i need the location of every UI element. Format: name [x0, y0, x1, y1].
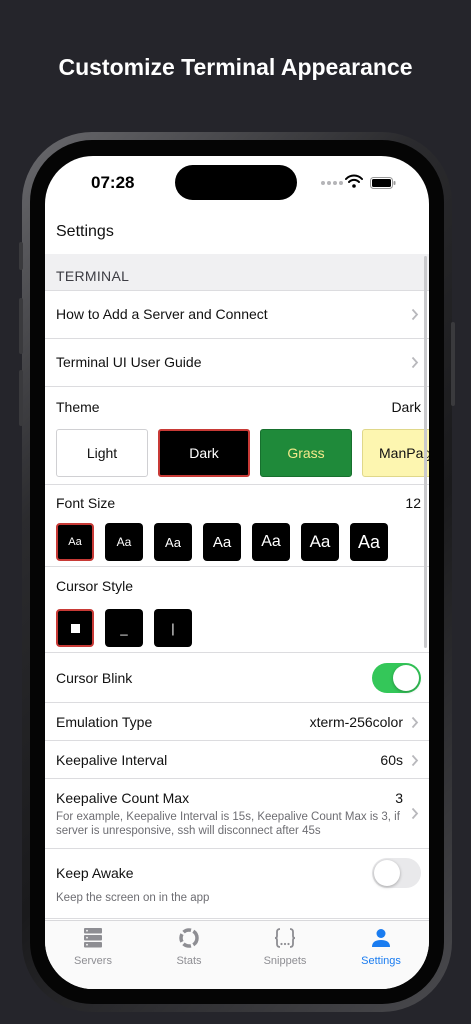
headline: Customize Terminal Appearance [58, 54, 413, 80]
tab-label: Servers [74, 955, 112, 967]
cursor-blink-label: Cursor Blink [56, 670, 133, 686]
server-icon [84, 928, 102, 948]
status-bar: 07:28 [45, 156, 429, 208]
cellular-signal-icon [321, 181, 343, 187]
tab-servers[interactable]: Servers [45, 927, 141, 967]
theme-value: Dark [391, 399, 421, 415]
theme-option-light[interactable]: Light [56, 429, 148, 477]
volume-down-button [19, 370, 23, 426]
row-label: Keepalive Count Max [56, 790, 190, 806]
keep-awake-row: Keep Awake Keep the screen on in the app [45, 849, 429, 919]
page-title: Settings [56, 223, 114, 240]
battery-icon [370, 177, 396, 189]
cursor-style-label: Cursor Style [56, 578, 134, 594]
emulation-type-row[interactable]: Emulation Type xterm-256color [45, 703, 429, 741]
power-button [451, 322, 455, 406]
font-size-option[interactable]: Aa [350, 523, 388, 561]
cursor-blink-toggle[interactable] [372, 663, 421, 693]
wifi-icon [345, 174, 363, 188]
theme-option-manpage[interactable]: ManPage [362, 429, 429, 477]
tab-settings[interactable]: Settings [333, 927, 429, 967]
cursor-style-section: Cursor Style _ | [45, 567, 429, 653]
cursor-blink-row: Cursor Blink [45, 653, 429, 703]
terminal-ui-guide-row[interactable]: Terminal UI User Guide [45, 339, 429, 387]
theme-section: Theme Dark Light Dark Grass ManPage [45, 387, 429, 485]
mute-switch [19, 242, 23, 270]
dynamic-island [175, 165, 297, 200]
keepalive-count-value: 3 [395, 790, 403, 806]
theme-label: Theme [56, 399, 100, 415]
app-screen: 07:28 Settings TERMINAL How to Add a Ser… [45, 156, 429, 989]
row-label: Keepalive Interval [56, 752, 168, 768]
volume-up-button [19, 298, 23, 354]
font-size-option[interactable]: Aa [105, 523, 143, 561]
scroll-indicator[interactable] [424, 256, 427, 648]
emulation-value: xterm-256color [309, 714, 403, 730]
row-label: Terminal UI User Guide [56, 354, 202, 370]
tab-label: Settings [361, 955, 401, 967]
keepalive-interval-value: 60s [380, 752, 403, 768]
font-size-option[interactable]: Aa [252, 523, 290, 561]
chevron-right-icon [411, 308, 419, 321]
font-size-option[interactable]: Aa [203, 523, 241, 561]
tab-label: Stats [176, 955, 202, 967]
font-size-value: 12 [405, 495, 421, 511]
chevron-right-icon [411, 356, 419, 369]
chevron-right-icon [411, 716, 419, 729]
settings-list[interactable]: TERMINAL How to Add a Server and Connect… [45, 254, 429, 920]
keep-awake-toggle[interactable] [372, 858, 421, 888]
stats-icon [179, 928, 199, 948]
snippets-icon [274, 928, 296, 948]
keep-awake-note: Keep the screen on in the app [56, 892, 210, 904]
chevron-right-icon [411, 754, 419, 767]
cursor-block-icon [70, 623, 80, 633]
cursor-bar-option[interactable]: | [154, 609, 192, 647]
theme-option-dark[interactable]: Dark [158, 429, 250, 477]
row-label: How to Add a Server and Connect [56, 306, 268, 322]
person-icon [372, 929, 390, 947]
font-size-option[interactable]: Aa [154, 523, 192, 561]
tab-bar: Servers Stats Snippets Settings [45, 920, 429, 989]
cursor-underline-option[interactable]: _ [105, 609, 143, 647]
font-size-option[interactable]: Aa [301, 523, 339, 561]
status-time: 07:28 [91, 173, 135, 192]
keepalive-interval-row[interactable]: Keepalive Interval 60s [45, 741, 429, 779]
row-label: Emulation Type [56, 714, 153, 730]
theme-option-grass[interactable]: Grass [260, 429, 352, 477]
keepalive-count-row[interactable]: Keepalive Count Max 3 For example, Keepa… [45, 779, 429, 849]
section-header-terminal: TERMINAL [45, 254, 429, 291]
tab-snippets[interactable]: Snippets [237, 927, 333, 967]
font-size-section: Font Size 12 Aa Aa Aa Aa Aa Aa Aa [45, 485, 429, 567]
font-size-option[interactable]: Aa [56, 523, 94, 561]
how-to-add-server-row[interactable]: How to Add a Server and Connect [45, 291, 429, 339]
cursor-block-option[interactable] [56, 609, 94, 647]
keepalive-count-note: For example, Keepalive Interval is 15s, … [56, 811, 400, 837]
font-size-label: Font Size [56, 495, 116, 511]
keep-awake-label: Keep Awake [56, 865, 134, 881]
chevron-right-icon [411, 807, 419, 820]
tab-label: Snippets [263, 955, 307, 967]
tab-stats[interactable]: Stats [141, 927, 237, 967]
